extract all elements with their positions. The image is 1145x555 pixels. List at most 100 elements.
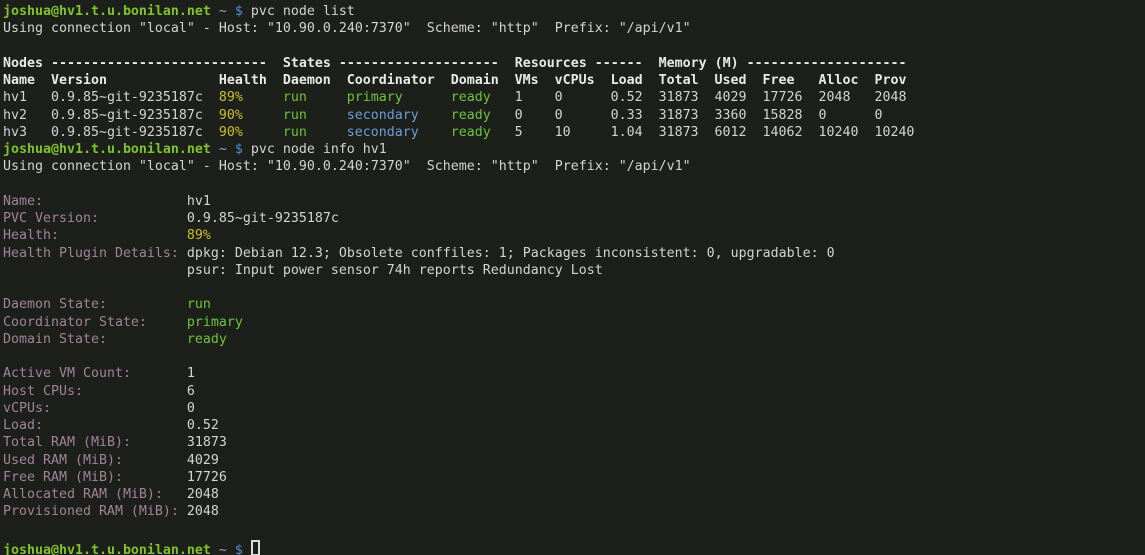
blank-line [3, 521, 1145, 538]
info-label: Active VM Count: [3, 365, 187, 382]
info-row-pvc-version: PVC Version:0.9.85~git-9235187c [3, 210, 1145, 227]
info-value: 1 [187, 366, 195, 381]
cell-mem-total: 31873 [659, 124, 715, 141]
info-label: Coordinator State: [3, 314, 187, 331]
prompt-line-node-info: joshua@hv1.t.u.bonilan.net ~ $ pvc node inf… [3, 141, 1145, 158]
info-value: 0.9.85~git-9235187c [187, 211, 339, 226]
terminal-cursor[interactable] [251, 540, 260, 555]
info-row-used-ram: Used RAM (MiB):4029 [3, 452, 1145, 469]
col-header-daemon: Daemon [283, 72, 347, 89]
node-row-hv2: hv20.9.85~git-9235187c90%runsecondaryrea… [3, 107, 1145, 124]
cell-health: 89% [219, 89, 283, 106]
info-label: Provisioned RAM (MiB): [3, 503, 187, 520]
command-node-list: pvc node list [251, 4, 355, 19]
info-row-total-ram: Total RAM (MiB):31873 [3, 434, 1145, 451]
cell-mem-used: 4029 [715, 89, 763, 106]
info-label: vCPUs: [3, 400, 187, 417]
info-value: 17726 [187, 470, 227, 485]
info-row-host-cpus: Host CPUs:6 [3, 383, 1145, 400]
info-row-health-plugin-details-cont: psur: Input power sensor 74h reports Red… [3, 262, 1145, 279]
cell-domain-state: ready [451, 107, 515, 124]
cell-name: hv3 [3, 124, 51, 141]
info-label: Load: [3, 417, 187, 434]
info-label: Used RAM (MiB): [3, 452, 187, 469]
connection-info-line: Using connection "local" - Host: "10.90.… [3, 20, 1145, 37]
blank-line [3, 348, 1145, 365]
node-row-hv3: hv30.9.85~git-9235187c90%runsecondaryrea… [3, 124, 1145, 141]
cell-version: 0.9.85~git-9235187c [51, 107, 219, 124]
info-value: 6 [187, 384, 195, 399]
cell-vms: 1 [515, 89, 555, 106]
prompt-line-node-list: joshua@hv1.t.u.bonilan.net~$pvc node lis… [3, 3, 1145, 20]
info-row-allocated-ram: Allocated RAM (MiB):2048 [3, 486, 1145, 503]
col-header-vms: VMs [515, 72, 555, 89]
info-label: Total RAM (MiB): [3, 434, 187, 451]
info-row-daemon-state: Daemon State:run [3, 296, 1145, 313]
cell-mem-prov: 2048 [874, 89, 906, 106]
cell-vcpus: 0 [555, 89, 611, 106]
cell-load: 1.04 [611, 124, 659, 141]
prompt-symbol: $ [235, 142, 243, 157]
info-value: dpkg: Debian 12.3; Obsolete conffiles: 1… [187, 246, 835, 261]
col-header-health: Health [219, 72, 283, 89]
info-label: Name: [3, 193, 187, 210]
col-header-load: Load [611, 72, 659, 89]
cell-name: hv2 [3, 107, 51, 124]
info-value: 2048 [187, 504, 219, 519]
cell-mem-prov: 10240 [874, 124, 914, 141]
info-label: Free RAM (MiB): [3, 469, 187, 486]
col-header-domain: Domain [451, 72, 515, 89]
connection-info-line: Using connection "local" - Host: "10.90.… [3, 158, 1145, 175]
cell-mem-total: 31873 [659, 89, 715, 106]
cell-health: 90% [219, 124, 283, 141]
prompt-symbol: $ [235, 4, 243, 19]
info-label: Host CPUs: [3, 383, 187, 400]
blank-line [3, 38, 1145, 55]
cell-daemon-state: run [283, 107, 347, 124]
cell-daemon-state: run [283, 89, 347, 106]
info-value: 31873 [187, 435, 227, 450]
cell-coordinator-state: primary [347, 89, 451, 106]
cell-mem-alloc: 10240 [818, 124, 874, 141]
info-value: primary [187, 315, 243, 330]
terminal-window[interactable]: joshua@hv1.t.u.bonilan.net ~ $ pvc node lis… [0, 0, 1145, 555]
node-list-column-header: NameVersionHealthDaemonCoordinatorDomain… [3, 72, 1145, 89]
info-row-name: Name:hv1 [3, 193, 1145, 210]
prompt-user-host: joshua@hv1.t.u.bonilan.net [3, 4, 211, 19]
info-row-free-ram: Free RAM (MiB):17726 [3, 469, 1145, 486]
command-node-info: pvc node info hv1 [251, 142, 387, 157]
col-header-name: Name [3, 72, 51, 89]
col-header-alloc: Alloc [818, 72, 874, 89]
info-row-vcpus: vCPUs:0 [3, 400, 1145, 417]
cell-mem-free: 15828 [763, 107, 819, 124]
cell-mem-used: 6012 [715, 124, 763, 141]
col-header-total: Total [659, 72, 715, 89]
prompt-user-host: joshua@hv1.t.u.bonilan.net [3, 142, 211, 157]
info-value: ready [187, 332, 227, 347]
cell-coordinator-state: secondary [347, 107, 451, 124]
info-row-coordinator-state: Coordinator State:primary [3, 314, 1145, 331]
info-label: Health: [3, 227, 187, 244]
info-row-provisioned-ram: Provisioned RAM (MiB):2048 [3, 503, 1145, 520]
info-value: 4029 [187, 453, 219, 468]
info-label: Health Plugin Details: [3, 245, 187, 262]
info-value: 0.52 [187, 418, 219, 433]
col-header-free: Free [763, 72, 819, 89]
info-label: Allocated RAM (MiB): [3, 486, 187, 503]
cell-mem-total: 31873 [659, 107, 715, 124]
info-row-health-plugin-details: Health Plugin Details:dpkg: Debian 12.3;… [3, 245, 1145, 262]
prompt-cwd: ~ [219, 142, 227, 157]
cell-domain-state: ready [451, 124, 515, 141]
blank-line [3, 176, 1145, 193]
cell-mem-free: 14062 [763, 124, 819, 141]
cell-vcpus: 10 [555, 124, 611, 141]
blank-line [3, 279, 1145, 296]
cell-coordinator-state: secondary [347, 124, 451, 141]
cell-health: 90% [219, 107, 283, 124]
info-value: hv1 [187, 194, 211, 209]
col-header-vcpus: vCPUs [555, 72, 611, 89]
cell-vms: 5 [515, 124, 555, 141]
info-row-domain-state: Domain State:ready [3, 331, 1145, 348]
col-header-version: Version [51, 72, 219, 89]
info-value: 89% [187, 228, 211, 243]
